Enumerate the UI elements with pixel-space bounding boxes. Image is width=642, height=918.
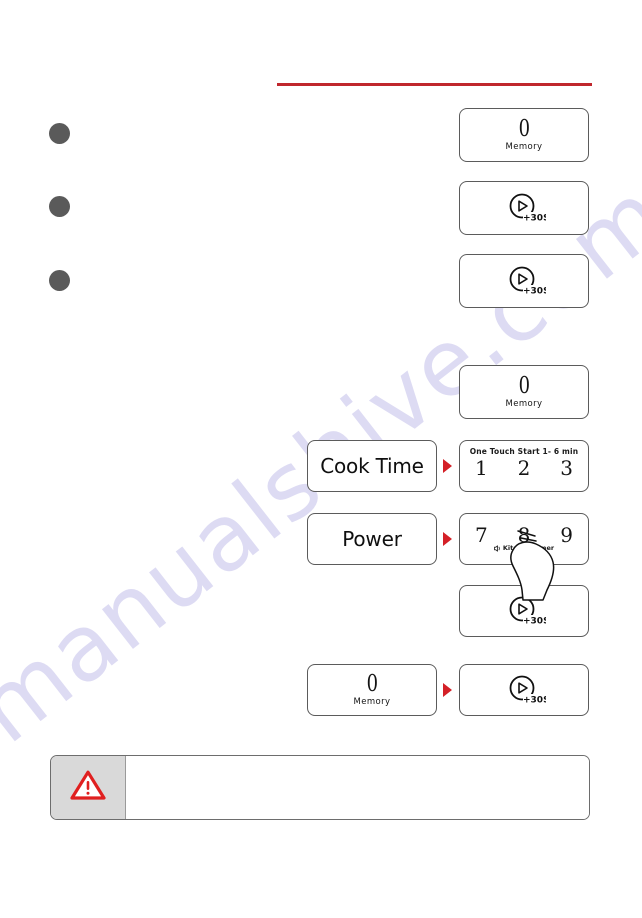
power-digit-row: 7 8 Kitchen Timer 9 — [460, 525, 588, 552]
memory-label: Memory — [353, 697, 391, 707]
cook-time-label: Cook Time — [320, 454, 424, 478]
power-label: Power — [342, 527, 402, 551]
power-digit-9[interactable]: 9 — [560, 525, 573, 546]
play-plus-30s-icon: +30S — [502, 191, 546, 225]
one-touch-digit-row: 1 2 3 — [460, 458, 588, 479]
warning-triangle-icon — [70, 769, 106, 806]
play-plus-30s-icon: +30S — [502, 673, 546, 707]
speaker-icon — [494, 545, 500, 552]
flow-arrow-memory — [443, 683, 452, 697]
key-start-30s-3[interactable]: +30S — [459, 585, 589, 637]
warning-note-box — [50, 755, 590, 820]
warning-note-text — [126, 756, 589, 819]
key-start-30s-4[interactable]: +30S — [459, 664, 589, 716]
key-memory-1[interactable]: 0 Memory — [459, 108, 589, 162]
key-memory-3[interactable]: 0 Memory — [307, 664, 437, 716]
svg-text:+30S: +30S — [523, 214, 546, 224]
one-touch-digit-3[interactable]: 3 — [560, 458, 573, 479]
one-touch-caption: One Touch Start 1- 6 min — [469, 447, 579, 456]
svg-text:+30S: +30S — [523, 696, 546, 706]
key-start-30s-2[interactable]: +30S — [459, 254, 589, 308]
one-touch-digit-2[interactable]: 2 — [518, 458, 531, 479]
key-one-touch-pad[interactable]: One Touch Start 1- 6 min 1 2 3 — [459, 440, 589, 492]
section-rule — [277, 83, 592, 86]
svg-text:+30S: +30S — [523, 287, 546, 297]
page-canvas: manualshive.com 0 Memory +30S +30S — [0, 0, 642, 918]
key-memory-2[interactable]: 0 Memory — [459, 365, 589, 419]
key-power-pad[interactable]: 7 8 Kitchen Timer 9 — [459, 513, 589, 565]
kitchen-timer-sublabel: Kitchen Timer — [494, 545, 554, 552]
key-start-30s-1[interactable]: +30S — [459, 181, 589, 235]
key-cook-time[interactable]: Cook Time — [307, 440, 437, 492]
memory-digit: 0 — [366, 671, 378, 697]
warning-icon-cell — [51, 756, 126, 819]
flow-arrow-power — [443, 532, 452, 546]
memory-label: Memory — [505, 142, 543, 152]
svg-text:+30S: +30S — [523, 617, 546, 627]
bullet-3 — [49, 270, 70, 291]
memory-digit: 0 — [518, 373, 530, 399]
memory-label: Memory — [505, 399, 543, 409]
bullet-2 — [49, 196, 70, 217]
play-plus-30s-icon: +30S — [502, 594, 546, 628]
power-digit-7[interactable]: 7 — [475, 525, 488, 546]
memory-digit: 0 — [518, 116, 530, 142]
kitchen-timer-text: Kitchen Timer — [502, 544, 555, 553]
key-power[interactable]: Power — [307, 513, 437, 565]
flow-arrow-cook-time — [443, 459, 452, 473]
power-digit-8[interactable]: 8 Kitchen Timer — [494, 525, 554, 552]
play-plus-30s-icon: +30S — [502, 264, 546, 298]
bullet-1 — [49, 123, 70, 144]
one-touch-digit-1[interactable]: 1 — [475, 458, 488, 479]
